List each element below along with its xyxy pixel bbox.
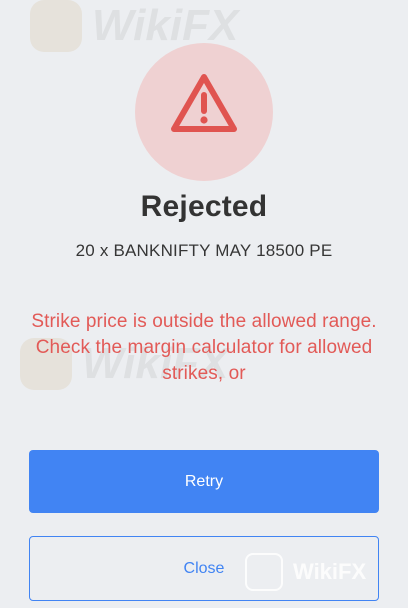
dialog-title: Rejected [140,190,268,223]
order-rejected-screen: WikiFX WikiFX Rejected 20 x BANKNIFTY MA… [0,0,408,608]
wikifx-logo-icon [30,0,82,52]
close-button[interactable]: Close [29,536,379,601]
status-icon-circle [135,43,273,181]
retry-button[interactable]: Retry [29,450,379,513]
order-description: 20 x BANKNIFTY MAY 18500 PE [75,241,333,260]
error-message: Strike price is outside the allowed rang… [31,311,377,384]
warning-triangle-icon [171,74,237,132]
